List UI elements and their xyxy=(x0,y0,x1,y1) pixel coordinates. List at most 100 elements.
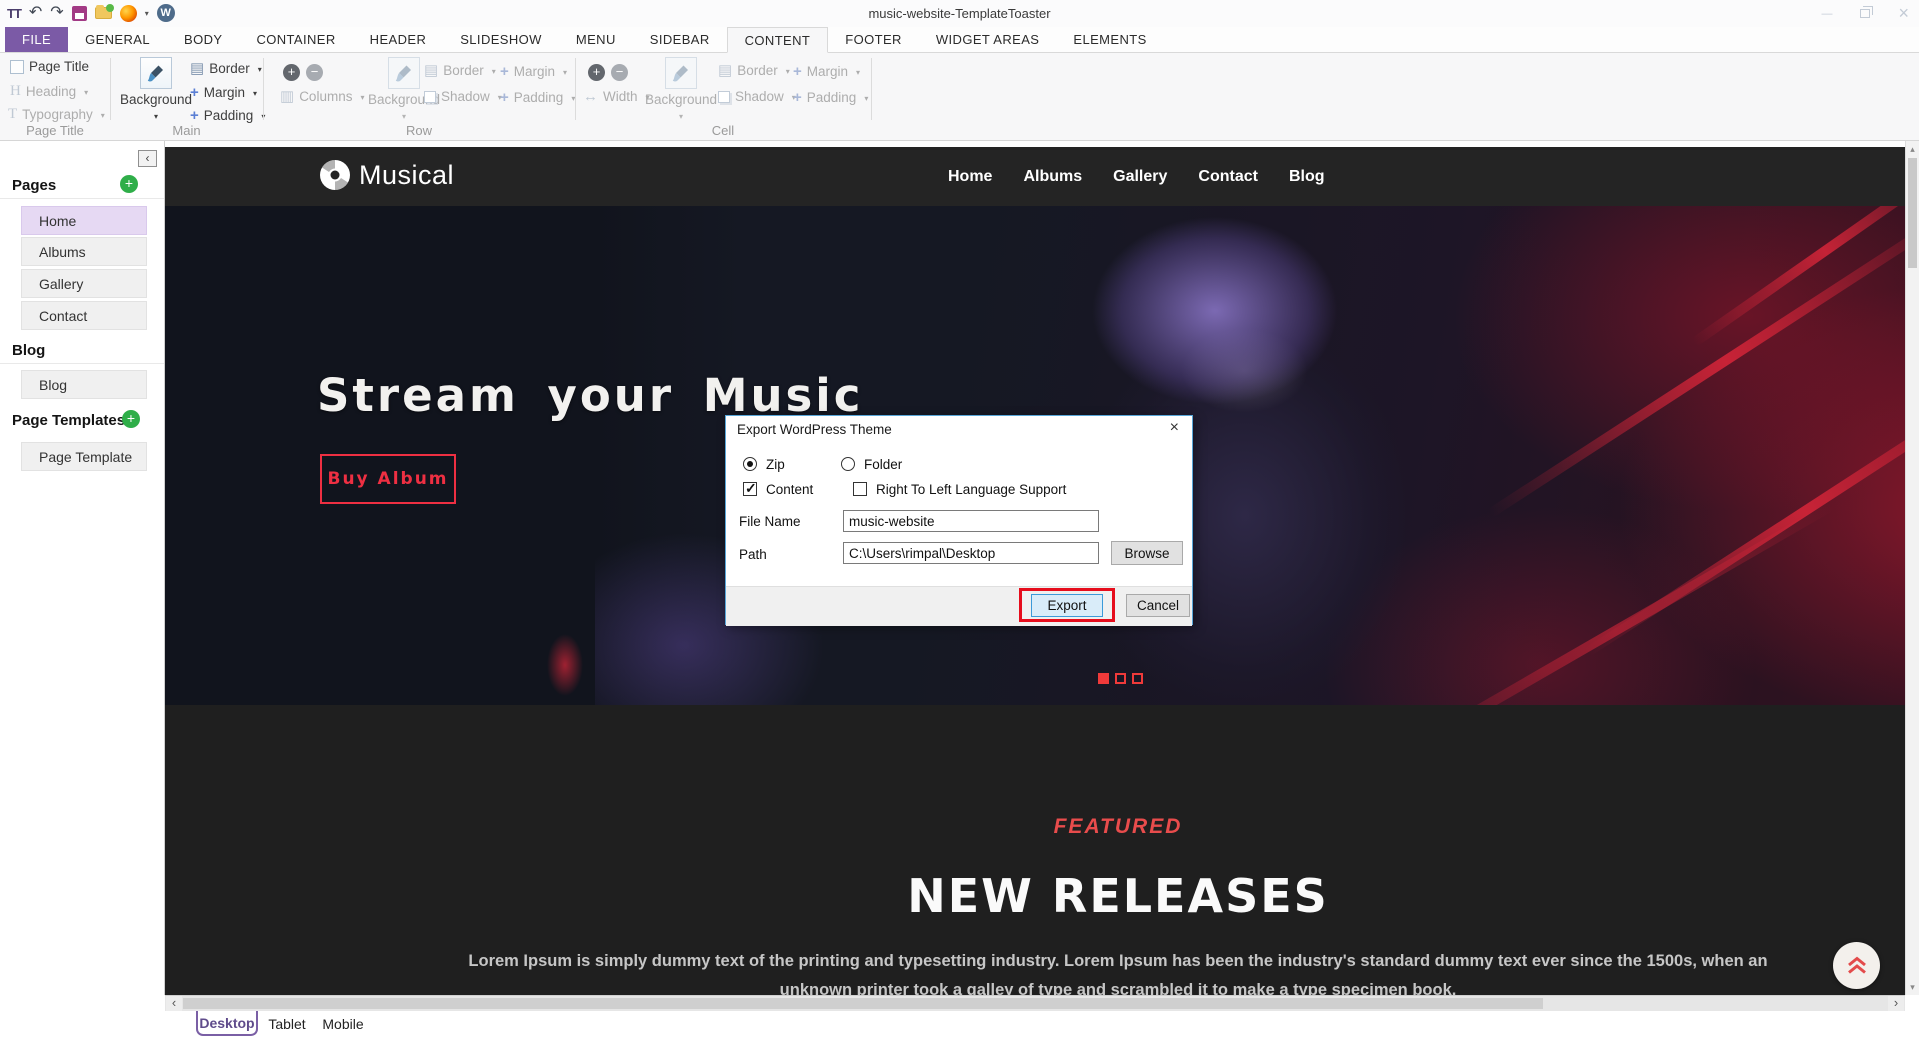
minimize-icon[interactable] xyxy=(1821,4,1832,22)
sidebar-item-gallery[interactable]: Gallery xyxy=(21,269,147,298)
browse-button[interactable]: Browse xyxy=(1111,541,1183,565)
nav-home[interactable]: Home xyxy=(948,168,992,186)
export-button[interactable]: Export xyxy=(1031,594,1103,617)
nav-albums[interactable]: Albums xyxy=(1023,168,1082,186)
zip-radio[interactable] xyxy=(743,457,757,471)
row-margin-button[interactable]: Margin xyxy=(500,63,567,80)
tab-header[interactable]: HEADER xyxy=(353,27,444,52)
tab-sidebar[interactable]: SIDEBAR xyxy=(633,27,727,52)
tab-file[interactable]: FILE xyxy=(5,27,68,52)
close-icon[interactable] xyxy=(1898,3,1909,24)
cell-remove-icon[interactable] xyxy=(611,64,628,81)
section-title: NEW RELEASES xyxy=(165,869,1905,923)
path-input[interactable] xyxy=(843,542,1099,564)
file-name-input[interactable] xyxy=(843,510,1099,532)
scroll-down-icon[interactable] xyxy=(1906,980,1919,994)
main-margin-button[interactable]: Margin xyxy=(190,84,257,101)
add-template-icon[interactable] xyxy=(122,410,140,428)
paintbrush-icon xyxy=(140,57,172,89)
sidebar-item-blog[interactable]: Blog xyxy=(21,370,147,399)
typography-button[interactable]: Typography xyxy=(8,106,105,122)
vertical-scrollbar-thumb[interactable] xyxy=(1908,158,1917,268)
tab-general[interactable]: GENERAL xyxy=(68,27,167,52)
cell-border-button[interactable]: Border xyxy=(718,63,790,78)
device-preview-bar: Desktop Tablet Mobile xyxy=(0,1011,1919,1041)
main-border-button[interactable]: Border xyxy=(190,61,262,76)
templatetoaster-window: music-website-TemplateToaster FILE GENER… xyxy=(0,0,1919,1041)
collapse-panel-button[interactable] xyxy=(138,150,157,167)
nav-blog[interactable]: Blog xyxy=(1289,168,1325,186)
cell-width-button[interactable]: Width xyxy=(583,89,650,104)
path-label: Path xyxy=(739,547,767,562)
window-title: music-website-TemplateToaster xyxy=(0,6,1919,21)
nav-gallery[interactable]: Gallery xyxy=(1113,168,1167,186)
scroll-left-icon[interactable] xyxy=(166,996,182,1011)
row-border-button[interactable]: Border xyxy=(424,63,496,78)
export-wordpress-theme-dialog: Export WordPress Theme Zip Folder Conten… xyxy=(725,415,1193,625)
tab-elements[interactable]: ELEMENTS xyxy=(1056,27,1163,52)
row-shadow-button[interactable]: Shadow xyxy=(424,89,502,104)
tab-footer[interactable]: FOOTER xyxy=(828,27,919,52)
dialog-footer xyxy=(726,586,1192,626)
cancel-button[interactable]: Cancel xyxy=(1126,594,1190,617)
rtl-checkbox[interactable] xyxy=(853,482,867,496)
scroll-up-icon[interactable] xyxy=(1906,142,1919,156)
main-padding-button[interactable]: Padding xyxy=(190,107,265,124)
sidebar-item-home[interactable]: Home xyxy=(21,206,147,235)
device-tab-desktop[interactable]: Desktop xyxy=(196,1011,258,1036)
tab-slideshow[interactable]: SLIDESHOW xyxy=(443,27,559,52)
window-controls xyxy=(1821,0,1909,26)
device-tab-mobile[interactable]: Mobile xyxy=(316,1011,370,1036)
cell-add-icon[interactable] xyxy=(588,64,605,81)
cell-background-button[interactable]: Background xyxy=(645,57,717,122)
row-columns-button[interactable]: Columns xyxy=(280,89,364,104)
dialog-close-icon[interactable] xyxy=(1170,419,1179,437)
horizontal-scrollbar[interactable] xyxy=(165,995,1905,1011)
paintbrush-icon xyxy=(665,57,697,89)
content-checkbox[interactable] xyxy=(743,482,757,496)
row-remove-icon[interactable] xyxy=(306,64,323,81)
tab-widget-areas[interactable]: WIDGET AREAS xyxy=(919,27,1057,52)
sidebar-item-page-template[interactable]: Page Template xyxy=(21,442,147,471)
device-tab-tablet[interactable]: Tablet xyxy=(262,1011,312,1036)
page-title-toggle[interactable]: Page Title xyxy=(10,59,89,74)
cell-shadow-button[interactable]: Shadow xyxy=(718,89,796,104)
tab-menu[interactable]: MENU xyxy=(559,27,633,52)
width-icon xyxy=(583,89,598,104)
featured-label: FEATURED xyxy=(165,815,1905,839)
heading-button[interactable]: Heading xyxy=(10,83,88,99)
add-page-icon[interactable] xyxy=(120,175,138,193)
group-label-main: Main xyxy=(110,123,263,138)
group-label-row: Row xyxy=(263,123,575,138)
site-logo[interactable]: Musical xyxy=(318,158,454,192)
tab-content-active[interactable]: CONTENT xyxy=(727,27,829,53)
ribbon-tab-bar: FILE GENERAL BODY CONTAINER HEADER SLIDE… xyxy=(0,27,1919,53)
margin-icon xyxy=(500,63,509,80)
vertical-scrollbar[interactable] xyxy=(1905,141,1919,995)
section-text: Lorem Ipsum is simply dummy text of the … xyxy=(458,947,1778,995)
sidebar-item-contact[interactable]: Contact xyxy=(21,301,147,330)
main-background-button[interactable]: Background xyxy=(120,57,192,122)
slide-dot-3[interactable] xyxy=(1132,673,1143,684)
scroll-to-top-button[interactable] xyxy=(1833,942,1880,989)
folder-radio[interactable] xyxy=(841,457,855,471)
padding-icon xyxy=(190,107,199,124)
restore-icon[interactable] xyxy=(1860,9,1870,18)
horizontal-scrollbar-thumb[interactable] xyxy=(183,998,1543,1009)
tab-container[interactable]: CONTAINER xyxy=(239,27,352,52)
file-name-label: File Name xyxy=(739,514,801,529)
export-highlight-rectangle: Export xyxy=(1019,588,1115,622)
page-title-checkbox[interactable] xyxy=(10,60,24,74)
slide-dot-2[interactable] xyxy=(1115,673,1126,684)
row-add-icon[interactable] xyxy=(283,64,300,81)
cell-margin-button[interactable]: Margin xyxy=(793,63,860,80)
tab-body[interactable]: BODY xyxy=(167,27,239,52)
slide-dot-1[interactable] xyxy=(1098,673,1109,684)
nav-contact[interactable]: Contact xyxy=(1198,168,1258,186)
scroll-right-icon[interactable] xyxy=(1888,996,1904,1011)
cell-padding-button[interactable]: Padding xyxy=(793,89,868,106)
buy-album-button[interactable]: Buy Album xyxy=(320,454,456,504)
row-padding-button[interactable]: Padding xyxy=(500,89,575,106)
site-header: Musical Home Albums Gallery Contact Blog xyxy=(165,147,1905,206)
sidebar-item-albums[interactable]: Albums xyxy=(21,237,147,266)
